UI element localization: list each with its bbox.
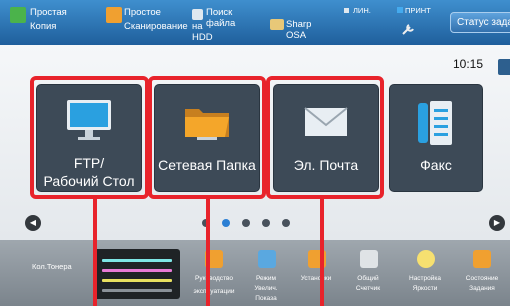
print-status-label: ПРИНТ xyxy=(405,6,431,15)
brightness-label-2: Яркости xyxy=(412,285,438,292)
system-bar: Кол.Тонера Руководство эксплуатации Режи… xyxy=(0,240,510,306)
easy-copy-label-1: Простая xyxy=(30,7,67,18)
pointer-line-ftp xyxy=(93,199,97,306)
network-folder-label: Сетевая Папка xyxy=(158,157,256,173)
clock: 10:15 xyxy=(453,57,484,71)
magnify-mode-button[interactable]: Режим Увелич. Показа xyxy=(243,246,289,304)
toner-black xyxy=(102,289,172,292)
folder-icon xyxy=(185,109,229,140)
envelope-icon xyxy=(304,107,348,136)
email-tile[interactable]: Эл. Почта xyxy=(274,85,378,191)
wrench-icon xyxy=(400,22,418,38)
settings-label: Установки xyxy=(300,275,332,282)
magnify-label-3: Показа xyxy=(255,295,277,302)
job-status-label-2: Задания xyxy=(469,285,495,292)
scroll-right-icon[interactable]: ▶ xyxy=(489,215,505,231)
brightness-button[interactable]: Настройка Яркости xyxy=(402,246,448,304)
page-indicator: ◀ ▶ xyxy=(0,215,510,231)
page-dot-4[interactable] xyxy=(262,219,270,227)
ftp-label-1: FTP/ xyxy=(73,155,105,171)
hdd-icon xyxy=(192,9,203,20)
pointer-line-email xyxy=(320,199,324,306)
toner-yellow xyxy=(102,279,172,282)
total-counter-button[interactable]: Общий Счетчик xyxy=(345,246,391,304)
sharp-osa-label: Sharp OSA xyxy=(286,19,312,41)
line-status-indicator: ЛИН. xyxy=(344,6,371,15)
fax-tile[interactable]: Факс xyxy=(390,85,482,191)
ftp-label-2: Рабочий Стол xyxy=(43,173,135,189)
counter-label-2: Счетчик xyxy=(355,285,381,292)
brightness-icon xyxy=(417,250,435,268)
scan-icon xyxy=(106,7,122,23)
line-status-label: ЛИН. xyxy=(353,6,371,15)
fax-icon xyxy=(418,101,452,145)
ftp-desktop-tile[interactable]: FTP/ Рабочий Стол xyxy=(37,85,141,191)
fax-label: Факс xyxy=(420,157,452,173)
top-shortcut-bar: Простая Копия Простое Сканирование Поиск… xyxy=(0,0,510,45)
network-folder-tile[interactable]: Сетевая Папка xyxy=(155,85,259,191)
job-status-icon xyxy=(473,250,491,268)
monitor-icon xyxy=(67,100,111,140)
page-dot-3[interactable] xyxy=(242,219,250,227)
toner-label: Кол.Тонера xyxy=(32,262,72,271)
line-status-icon xyxy=(344,8,349,13)
job-status-button[interactable]: Статус задания xyxy=(450,12,510,33)
toner-magenta xyxy=(102,269,172,272)
page-dot-5[interactable] xyxy=(282,219,290,227)
manual-label: Руководство эксплуатации xyxy=(193,275,235,295)
job-status-system-button[interactable]: Состояние Задания xyxy=(456,246,508,304)
magnify-icon xyxy=(258,250,276,268)
easy-scan-label-1: Простое xyxy=(124,7,161,18)
osa-icon xyxy=(270,19,284,30)
easy-copy-label-2: Копия xyxy=(30,21,57,32)
home-screen: Простая Копия Простое Сканирование Поиск… xyxy=(0,0,510,306)
page-dot-2[interactable] xyxy=(222,219,230,227)
hdd-search-label-2: на HDD xyxy=(192,21,213,43)
email-label: Эл. Почта xyxy=(293,157,359,173)
operation-manual-button[interactable]: Руководство эксплуатации xyxy=(188,246,240,304)
print-status-indicator: ПРИНТ xyxy=(397,6,431,15)
home-main-area: 10:15 FTP/ Рабочий Стол Сетевая Папка Эл… xyxy=(0,45,510,240)
pointer-line-folder xyxy=(206,199,210,306)
copy-icon xyxy=(10,7,26,23)
settings-button[interactable]: Установки xyxy=(293,246,339,304)
toner-level-display xyxy=(94,249,180,299)
scroll-left-icon[interactable]: ◀ xyxy=(25,215,41,231)
side-panel-tab[interactable] xyxy=(498,59,510,75)
print-status-icon xyxy=(397,7,403,13)
easy-scan-label-2: Сканирование xyxy=(124,21,188,32)
toner-cyan xyxy=(102,259,172,262)
counter-icon xyxy=(360,250,378,268)
